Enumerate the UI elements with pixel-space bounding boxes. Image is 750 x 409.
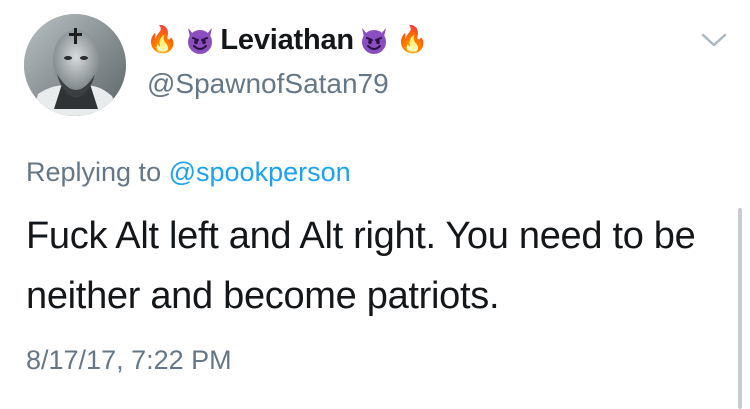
tweet-timestamp[interactable]: 8/17/17, 7:22 PM <box>26 345 232 376</box>
fire-emoji-icon: 🔥 <box>146 25 179 55</box>
smiling-devil-icon <box>361 28 386 54</box>
avatar-photo <box>24 14 126 116</box>
reply-mention-link[interactable]: @spookperson <box>169 157 351 187</box>
tweet-text: Fuck Alt left and Alt right. You need to… <box>26 215 696 317</box>
fire-emoji-icon: 🔥 <box>395 25 429 55</box>
replying-to-line: Replying to @spookperson <box>26 157 351 188</box>
author-handle[interactable]: @SpawnofSatan79 <box>147 68 389 100</box>
author-display-name[interactable]: Leviathan <box>220 24 354 57</box>
tweet-card: 🔥 Leviathan 🔥 @SpawnofSatan79 Replying t… <box>0 0 750 409</box>
replying-to-label: Replying to <box>26 157 162 187</box>
chevron-down-icon[interactable] <box>700 30 728 50</box>
smiling-devil-icon <box>188 28 213 54</box>
avatar[interactable] <box>24 14 126 116</box>
scrollbar[interactable] <box>738 208 742 409</box>
author-name-row[interactable]: 🔥 Leviathan 🔥 <box>146 18 428 62</box>
